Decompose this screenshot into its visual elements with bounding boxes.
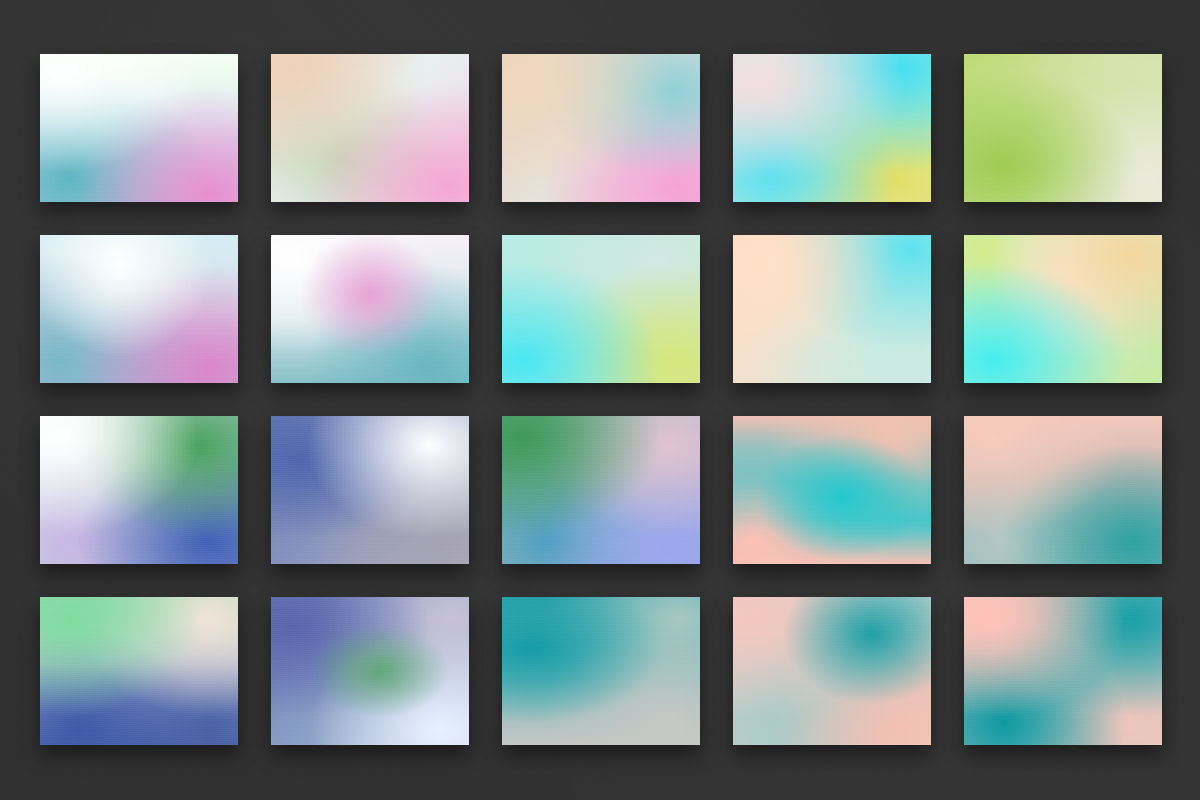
gradient-swatch-18 (502, 597, 700, 745)
gradient-swatch-19 (733, 597, 931, 745)
gradient-swatch-14 (733, 416, 931, 564)
gradient-swatch-6 (40, 235, 238, 383)
gradient-swatch-5 (964, 54, 1162, 202)
gradient-swatch-12 (271, 416, 469, 564)
gradient-swatch-20 (964, 597, 1162, 745)
gradient-swatch-11 (40, 416, 238, 564)
gradient-swatch-4 (733, 54, 931, 202)
gradient-swatch-10 (964, 235, 1162, 383)
gradient-swatch-3 (502, 54, 700, 202)
gradient-swatch-17 (271, 597, 469, 745)
gradient-swatch-1 (40, 54, 238, 202)
gradient-swatch-2 (271, 54, 469, 202)
swatch-grid (40, 54, 1162, 745)
gradient-swatch-16 (40, 597, 238, 745)
gradient-swatch-collage (0, 0, 1200, 800)
gradient-swatch-13 (502, 416, 700, 564)
gradient-swatch-15 (964, 416, 1162, 564)
gradient-swatch-7 (271, 235, 469, 383)
gradient-swatch-8 (502, 235, 700, 383)
gradient-swatch-9 (733, 235, 931, 383)
